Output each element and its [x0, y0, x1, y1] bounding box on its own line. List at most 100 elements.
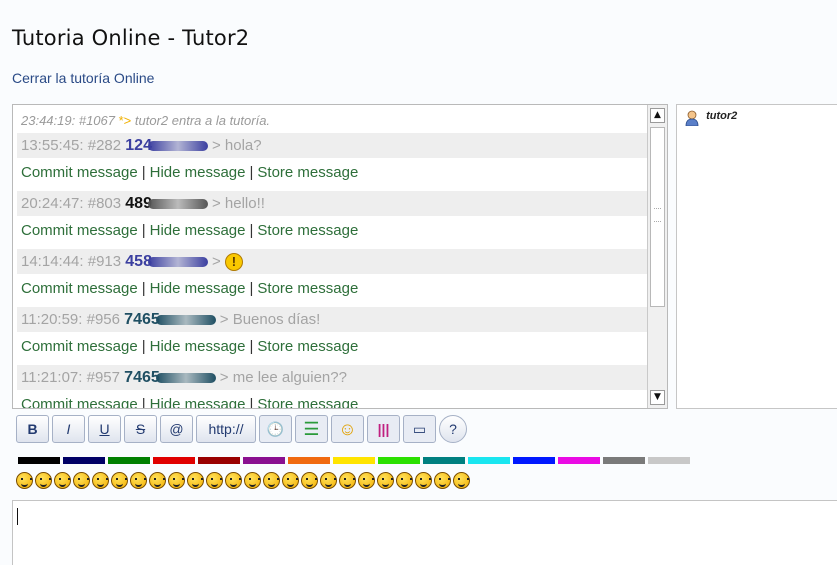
smiley-bar [16, 472, 472, 492]
email-button[interactable]: @ [160, 415, 193, 443]
color-swatch[interactable] [648, 457, 690, 464]
help-button[interactable]: ? [439, 415, 467, 443]
smiley-icon[interactable] [396, 472, 413, 489]
smiley-icon[interactable] [206, 472, 223, 489]
color-swatch[interactable] [378, 457, 420, 464]
action-separator: | [141, 222, 146, 239]
color-swatch[interactable] [153, 457, 195, 464]
smiley-icon[interactable] [35, 472, 52, 489]
redacted-user-id [147, 141, 208, 152]
smiley-icon[interactable] [54, 472, 71, 489]
strikethrough-button[interactable]: S [124, 415, 157, 443]
color-button[interactable]: ||| [367, 415, 400, 443]
user-list-item[interactable]: tutor2 [685, 110, 737, 126]
color-swatch[interactable] [63, 457, 105, 464]
smiley-icon[interactable] [377, 472, 394, 489]
underline-button[interactable]: U [88, 415, 121, 443]
message-actions: Commit message | Hide message | Store messag… [17, 390, 647, 409]
system-arrow-icon: *> [118, 113, 132, 128]
store-message-link[interactable]: Store message [257, 396, 358, 408]
scroll-thumb[interactable] [650, 127, 665, 307]
action-separator: | [141, 280, 146, 297]
system-message-time: 23:44:19: [21, 113, 76, 128]
commit-message-link[interactable]: Commit message [21, 396, 138, 408]
color-swatch[interactable] [558, 457, 600, 464]
smiley-icon[interactable] [187, 472, 204, 489]
scroll-up-button[interactable]: ▲ [650, 108, 665, 123]
smiley-icon[interactable] [320, 472, 337, 489]
commit-message-link[interactable]: Commit message [21, 338, 138, 355]
message-time: 11:21:07: [21, 369, 83, 386]
message-user-id: 7465 [124, 369, 160, 386]
message-time: 20:24:47: [21, 195, 84, 212]
smiley-icon[interactable] [149, 472, 166, 489]
commit-message-link[interactable]: Commit message [21, 164, 138, 181]
scroll-down-button[interactable]: ▼ [650, 390, 665, 405]
message-input[interactable] [12, 500, 837, 565]
smiley-icon[interactable] [301, 472, 318, 489]
chat-message: 20:24:47: #803 489 > hello!! Commit messag… [17, 191, 647, 249]
bold-button[interactable]: B [16, 415, 49, 443]
color-swatch[interactable] [18, 457, 60, 464]
chat-scrollbar[interactable]: ▲ ▼ [647, 105, 667, 408]
color-swatch[interactable] [468, 457, 510, 464]
commit-message-link[interactable]: Commit message [21, 280, 138, 297]
url-button[interactable]: http:// [196, 415, 256, 443]
color-swatch[interactable] [423, 457, 465, 464]
smiley-icon[interactable] [339, 472, 356, 489]
smiley-icon[interactable] [111, 472, 128, 489]
smiley-icon[interactable] [282, 472, 299, 489]
hide-message-link[interactable]: Hide message [150, 164, 246, 181]
chat-message: 11:21:07: #957 7465 > me lee alguien?? Com… [17, 365, 647, 409]
action-separator: | [141, 164, 146, 181]
color-swatch[interactable] [513, 457, 555, 464]
hide-message-link[interactable]: Hide message [150, 338, 246, 355]
smiley-icon[interactable] [244, 472, 261, 489]
color-swatch[interactable] [243, 457, 285, 464]
store-message-link[interactable]: Store message [257, 222, 358, 239]
color-swatch[interactable] [198, 457, 240, 464]
color-swatch[interactable] [108, 457, 150, 464]
hide-message-link[interactable]: Hide message [150, 396, 246, 408]
smiley-icon[interactable] [130, 472, 147, 489]
smiley-icon[interactable] [434, 472, 451, 489]
smiley-icon[interactable] [358, 472, 375, 489]
italic-button[interactable]: I [52, 415, 85, 443]
window-button[interactable]: ▭ [403, 415, 436, 443]
hide-message-link[interactable]: Hide message [150, 280, 246, 297]
list-button[interactable]: ☰ [295, 415, 328, 443]
chat-log[interactable]: 23:44:19: #1067 *> tutor2 entra a la tut… [12, 104, 668, 409]
action-separator: | [249, 396, 254, 409]
chat-message: 13:55:45: #282 124 > hola? Commit message |… [17, 133, 647, 191]
color-swatch[interactable] [603, 457, 645, 464]
system-message-id: #1067 [78, 113, 115, 128]
store-message-link[interactable]: Store message [257, 280, 358, 297]
smiley-icon[interactable] [415, 472, 432, 489]
redacted-user-id [155, 373, 216, 384]
smiley-icon[interactable] [16, 472, 33, 489]
smiley-icon[interactable] [73, 472, 90, 489]
message-id: #956 [86, 311, 120, 328]
store-message-link[interactable]: Store message [257, 164, 358, 181]
commit-message-link[interactable]: Commit message [21, 222, 138, 239]
smiley-icon[interactable] [453, 472, 470, 489]
smiley-button[interactable]: ☺ [331, 415, 364, 443]
smiley-icon[interactable] [225, 472, 242, 489]
message-id: #803 [87, 195, 122, 212]
message-header: 11:20:59: #956 7465 > Buenos días! [17, 307, 647, 332]
smiley-icon[interactable] [168, 472, 185, 489]
message-text: > Buenos días! [219, 311, 321, 328]
hide-message-link[interactable]: Hide message [150, 222, 246, 239]
message-text: > [211, 253, 221, 270]
smiley-icon[interactable] [263, 472, 280, 489]
store-message-link[interactable]: Store message [257, 338, 358, 355]
action-separator: | [249, 280, 254, 297]
message-text: > hola? [211, 137, 262, 154]
color-swatch[interactable] [288, 457, 330, 464]
close-tutoring-link[interactable]: Cerrar la tutoría Online [12, 70, 154, 86]
action-separator: | [141, 396, 146, 409]
message-actions: Commit message | Hide message | Store messag… [17, 274, 647, 307]
color-swatch[interactable] [333, 457, 375, 464]
smiley-icon[interactable] [92, 472, 109, 489]
time-button[interactable]: 🕒 [259, 415, 292, 443]
